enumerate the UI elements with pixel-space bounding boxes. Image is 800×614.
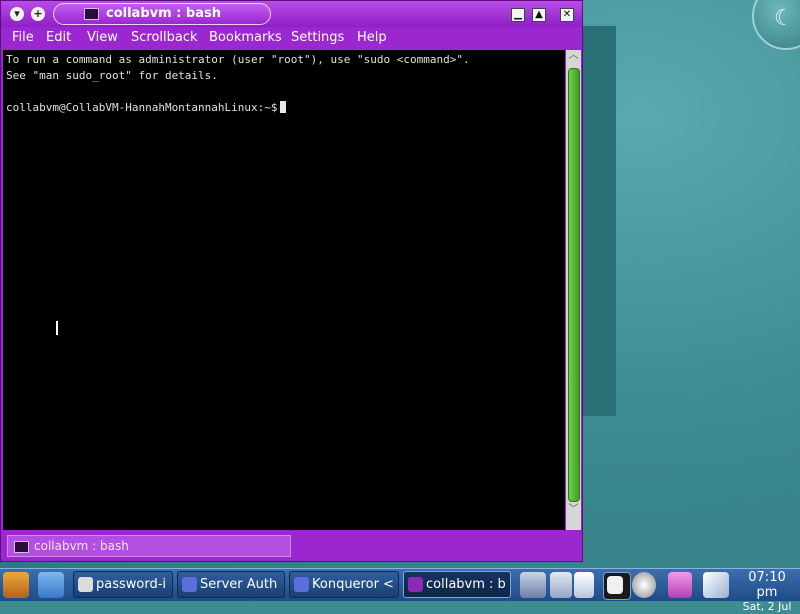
menu-edit[interactable]: Edit [46, 30, 71, 45]
menu-file[interactable]: File [12, 30, 34, 45]
terminal-line: See "man sudo_root" for details. [6, 69, 218, 82]
gear-icon [182, 577, 197, 592]
taskbar: password-i Server Auth Konqueror < colla… [0, 568, 800, 613]
terminal-icon [84, 8, 99, 20]
settings-gear-icon[interactable] [632, 572, 656, 598]
sticky-button[interactable]: + [31, 7, 45, 21]
task-label: password-i [96, 577, 167, 592]
terminal-output[interactable]: To run a command as administrator (user … [3, 50, 565, 530]
clock-date: Sat, 2 Jul [742, 600, 792, 613]
terminal-window: ▾ + collabvm : bash ▁ ▲ ✕ File Edit View… [0, 0, 583, 562]
notes-icon[interactable] [607, 576, 623, 594]
terminal-icon [408, 577, 423, 592]
terminal-icon [14, 541, 29, 553]
shell-prompt: collabvm@CollabVM-HannahMontannahLinux:~… [6, 101, 278, 114]
task-label: collabvm : b [426, 577, 506, 592]
session-tab[interactable]: collabvm : bash [7, 535, 291, 557]
task-button-konqueror[interactable]: Konqueror < [289, 571, 399, 598]
menu-view[interactable]: View [87, 30, 118, 45]
background-window-edge[interactable] [580, 24, 616, 416]
scroll-up-arrow-icon[interactable]: ︿ [566, 50, 581, 62]
text-cursor [279, 101, 286, 113]
desktop-widget-icon[interactable]: ☾ [752, 0, 800, 50]
task-button-password[interactable]: password-i [73, 571, 173, 598]
menu-help[interactable]: Help [357, 30, 387, 45]
pager-icon[interactable] [550, 572, 572, 598]
menu-scrollback[interactable]: Scrollback [131, 30, 198, 45]
terminal-prompt-line: collabvm@CollabVM-HannahMontannahLinux:~… [6, 101, 286, 114]
ibeam-cursor-icon [55, 320, 59, 336]
clipboard-icon[interactable] [574, 572, 594, 598]
session-tab-label: collabvm : bash [34, 539, 129, 553]
clock[interactable]: 07:10 pm Sat, 2 Jul [736, 570, 798, 614]
scroll-down-arrow-icon[interactable]: ﹀ [566, 504, 581, 528]
title-pill: collabvm : bash [53, 3, 271, 25]
task-label: Konqueror < [312, 577, 394, 592]
menu-bar: File Edit View Scrollback Bookmarks Sett… [3, 27, 580, 49]
menu-bookmarks[interactable]: Bookmarks [209, 30, 282, 45]
session-tab-bar: collabvm : bash [3, 532, 580, 560]
task-button-collabvm[interactable]: collabvm : b [403, 571, 511, 598]
mail-icon[interactable] [668, 572, 692, 598]
close-button[interactable]: ✕ [560, 8, 574, 22]
vertical-scrollbar[interactable]: ︿ ﹀ [566, 50, 581, 530]
task-button-server-auth[interactable]: Server Auth [177, 571, 285, 598]
kmenu-launcher-icon[interactable] [3, 572, 29, 598]
removable-drive-icon[interactable] [703, 572, 729, 598]
task-label: Server Auth [200, 577, 278, 592]
window-menu-button[interactable]: ▾ [10, 7, 24, 21]
home-folder-icon[interactable] [38, 572, 64, 598]
clock-time: 07:10 pm [748, 570, 786, 600]
konqueror-icon [294, 577, 309, 592]
menu-settings[interactable]: Settings [291, 30, 344, 45]
window-title: collabvm : bash [106, 6, 221, 21]
terminal-line: To run a command as administrator (user … [6, 53, 470, 66]
minimize-button[interactable]: ▁ [511, 8, 525, 22]
network-icon[interactable] [520, 572, 546, 598]
maximize-button[interactable]: ▲ [532, 8, 546, 22]
scrollbar-thumb[interactable] [568, 68, 580, 502]
window-titlebar[interactable]: ▾ + collabvm : bash ▁ ▲ ✕ [1, 1, 582, 27]
document-icon [78, 577, 93, 592]
